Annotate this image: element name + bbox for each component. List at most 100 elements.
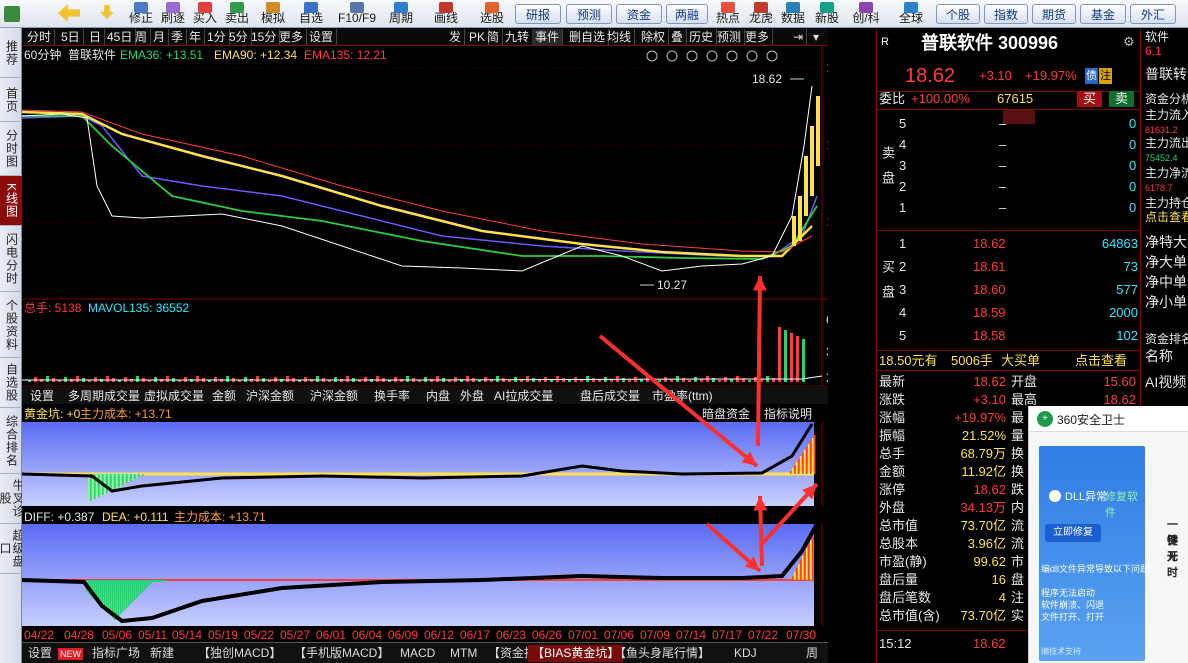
sell-price-3[interactable]: – bbox=[999, 179, 1006, 195]
pill-fund[interactable]: 基金 bbox=[1080, 4, 1126, 24]
buy-price-1[interactable]: 18.61 bbox=[973, 259, 1006, 275]
bottom-tab-5[interactable]: 【手机版MACD】 bbox=[290, 645, 393, 662]
toolbar-btn-6[interactable]: F10/F9 bbox=[334, 0, 380, 28]
bottom-tab-12[interactable]: 周 bbox=[802, 645, 822, 662]
nav-item-4[interactable]: 闪电分时 bbox=[0, 226, 22, 292]
sell-price-4[interactable]: – bbox=[999, 200, 1006, 216]
toolbar-right-11[interactable]: 更多 bbox=[742, 29, 774, 45]
toolbar-btn-9[interactable]: 选股 bbox=[476, 0, 508, 28]
period-11[interactable]: 更多 bbox=[276, 29, 308, 45]
forward-down-icon[interactable] bbox=[94, 0, 120, 28]
bigorder-price: 18.50元有 bbox=[879, 353, 938, 368]
toolbar-right-3[interactable]: 九转 bbox=[502, 29, 534, 45]
collapse-chevron-icon[interactable] bbox=[1003, 110, 1035, 124]
pill-capital[interactable]: 资金 bbox=[616, 4, 662, 24]
period-5[interactable]: 月 bbox=[150, 29, 170, 45]
period-6[interactable]: 季 bbox=[168, 29, 188, 45]
vol-bar-95 bbox=[598, 380, 601, 382]
pill-forex[interactable]: 外汇 bbox=[1130, 4, 1176, 24]
toolbar-btn-1[interactable]: 刷逐 bbox=[158, 0, 188, 28]
side-item-0: 软件 bbox=[1145, 30, 1170, 44]
toolbar-right-6[interactable]: 均线 bbox=[604, 29, 636, 45]
bond-badge[interactable]: 债 bbox=[1085, 68, 1098, 84]
bottom-tab-2[interactable]: 指标广场 bbox=[88, 645, 144, 662]
pill-research[interactable]: 研报 bbox=[515, 4, 561, 24]
vol-bar-67 bbox=[430, 379, 433, 382]
settings-gear-icon[interactable]: ⚙ bbox=[1123, 34, 1135, 50]
bottom-tab-3[interactable]: 新建 bbox=[146, 645, 178, 662]
period-1[interactable]: 5日 bbox=[58, 29, 84, 45]
ind2-bar-32 bbox=[150, 580, 152, 584]
buy-button[interactable]: 买 bbox=[1077, 91, 1103, 107]
bottom-tab-4[interactable]: 【独创MACD】 bbox=[194, 645, 285, 662]
toolbar-right-0[interactable]: 发 bbox=[446, 29, 466, 45]
period-2[interactable]: 日 bbox=[86, 29, 106, 45]
security-popup[interactable]: + 360安全卫士 DLL异常 修复软件 立即修复 编dll文件异常导致以下问题… bbox=[1028, 406, 1188, 663]
toolbar-btn-8[interactable]: 画线 bbox=[430, 0, 462, 28]
toolbar-right-2[interactable]: 简 bbox=[484, 29, 504, 45]
toolbar-btn-global[interactable]: 全球 bbox=[894, 0, 928, 28]
period-7[interactable]: 年 bbox=[186, 29, 206, 45]
toolbar-right-7[interactable]: 除权 bbox=[638, 29, 670, 45]
ind1-bar-25 bbox=[138, 474, 140, 477]
toolbar-right-10[interactable]: 预测 bbox=[714, 29, 746, 45]
toolbar-btn-4[interactable]: 模拟 bbox=[256, 0, 290, 28]
toolbar-btn-7[interactable]: 周期 bbox=[386, 0, 416, 28]
toolbar-right-9[interactable]: 历史 bbox=[686, 29, 718, 45]
back-arrow-icon[interactable] bbox=[54, 0, 84, 28]
dropdown-icon[interactable]: ▾ bbox=[810, 29, 822, 45]
toolbar-btn-gem[interactable]: 创/科 bbox=[846, 0, 886, 28]
pill-margin[interactable]: 两融 bbox=[666, 4, 708, 24]
nav-item-3[interactable]: K线图 bbox=[0, 176, 22, 226]
bottom-tab-6[interactable]: MACD bbox=[396, 645, 439, 662]
sell-price-0[interactable]: – bbox=[999, 116, 1006, 132]
toolbar-btn-ipo[interactable]: 新股 bbox=[812, 0, 842, 28]
toolbar-btn-dragon[interactable]: 龙虎 bbox=[746, 0, 776, 28]
kline-chart-area[interactable]: 60分钟 普联软件 EMA36: +13.51 EMA90: +12.34 EMA135… bbox=[21, 46, 873, 642]
nav-item-8[interactable]: 牛叉诊股 bbox=[0, 474, 25, 524]
buy-price-4[interactable]: 18.58 bbox=[973, 328, 1006, 344]
vol-bar-109 bbox=[682, 378, 685, 382]
bottom-tab-0[interactable]: 设置 bbox=[24, 645, 56, 662]
nav-item-1[interactable]: 首页 bbox=[0, 78, 22, 122]
pill-futures[interactable]: 期货 bbox=[1032, 4, 1076, 24]
toolbar-btn-5[interactable]: 自选 bbox=[296, 0, 326, 28]
bottom-tab-7[interactable]: MTM bbox=[446, 645, 481, 662]
pill-index[interactable]: 指数 bbox=[984, 4, 1028, 24]
period-12[interactable]: 设置 bbox=[306, 29, 338, 45]
toolbar-right-4[interactable]: 事件 bbox=[532, 29, 564, 45]
toolbar-btn-0[interactable]: 修正 bbox=[126, 0, 156, 28]
bottom-tab-10[interactable]: 【鱼头身尾行情】 bbox=[610, 645, 714, 662]
ind1-bar-18 bbox=[124, 474, 126, 484]
toolbar-right-8[interactable]: 叠 bbox=[668, 29, 688, 45]
buy-price-2[interactable]: 18.60 bbox=[973, 282, 1006, 298]
sell-price-2[interactable]: – bbox=[999, 158, 1006, 174]
buy-price-0[interactable]: 18.62 bbox=[973, 236, 1006, 252]
buy-price-3[interactable]: 18.59 bbox=[973, 305, 1006, 321]
toolbar-btn-2[interactable]: 买入 bbox=[190, 0, 220, 28]
sell-price-1[interactable]: – bbox=[999, 137, 1006, 153]
repair-now-button[interactable]: 立即修复 bbox=[1045, 524, 1101, 542]
bottom-tab-11[interactable]: KDJ bbox=[730, 645, 761, 662]
pill-forecast[interactable]: 预测 bbox=[566, 4, 612, 24]
nav-item-6[interactable]: 自选股 bbox=[0, 358, 22, 408]
toolbar-btn-hot[interactable]: 热点 bbox=[712, 0, 744, 28]
nav-item-5[interactable]: 个股资料 bbox=[0, 292, 22, 358]
side-item-11[interactable]: 点击查看 bbox=[1145, 210, 1188, 225]
nav-item-9[interactable]: 超级盘口 bbox=[0, 524, 25, 574]
nav-item-2[interactable]: 分时图 bbox=[0, 122, 22, 176]
grid-menu-icon[interactable] bbox=[0, 0, 24, 28]
toolbar-btn-data[interactable]: 数据 bbox=[778, 0, 808, 28]
bigorder-link[interactable]: 点击查看 bbox=[1075, 353, 1127, 369]
pin-icon[interactable]: ⇥ bbox=[790, 29, 808, 45]
toolbar-btn-3[interactable]: 卖出 bbox=[222, 0, 252, 28]
period-4[interactable]: 周 bbox=[132, 29, 152, 45]
sell-button[interactable]: 卖 bbox=[1109, 91, 1135, 107]
period-0[interactable]: 分时 bbox=[24, 29, 56, 45]
bottom-tab-1[interactable]: NEW bbox=[58, 648, 83, 660]
register-badge[interactable]: 注 bbox=[1099, 68, 1112, 84]
toolbar-right-5[interactable]: 删自选 bbox=[566, 29, 610, 45]
nav-item-7[interactable]: 综合排名 bbox=[0, 408, 22, 474]
pill-stock[interactable]: 个股 bbox=[936, 4, 980, 24]
nav-item-0[interactable]: 推荐 bbox=[0, 28, 22, 78]
